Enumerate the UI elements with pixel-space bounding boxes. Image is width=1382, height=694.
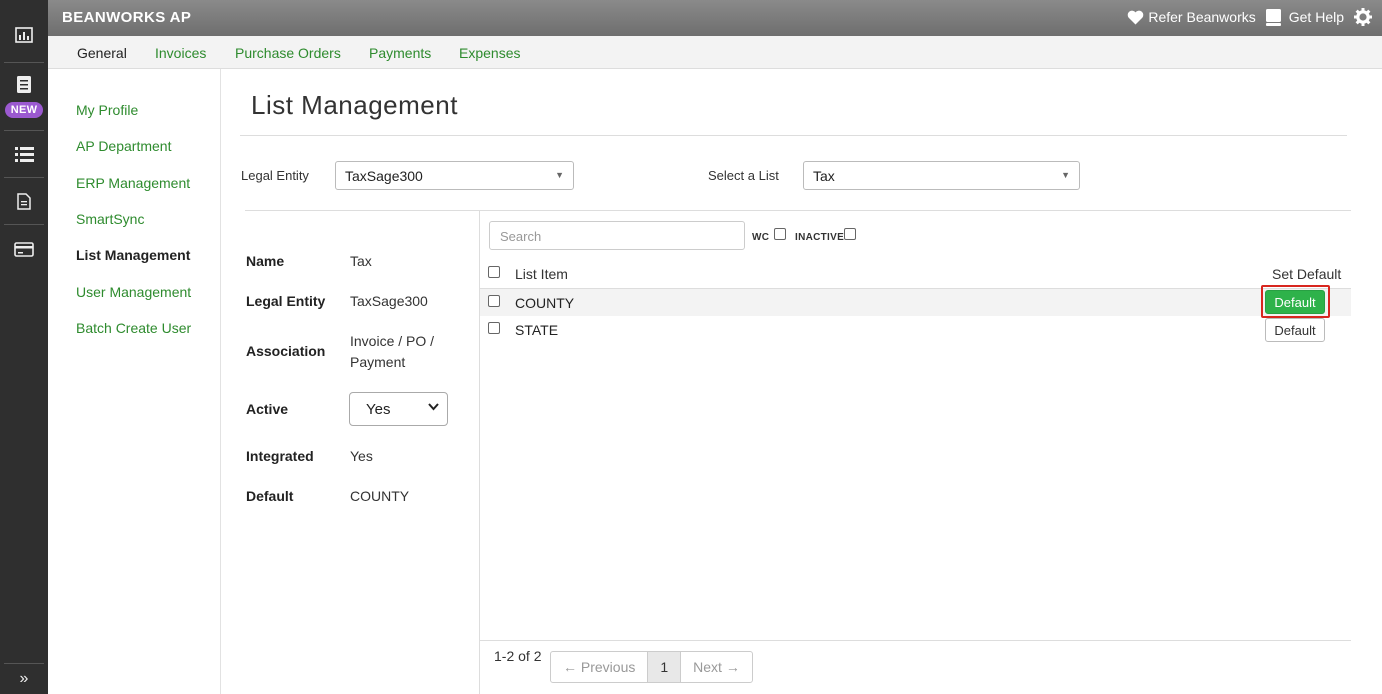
list-icon[interactable] bbox=[0, 144, 48, 164]
default-label: Default bbox=[246, 488, 294, 504]
inactive-checkbox[interactable] bbox=[844, 228, 856, 240]
table-row bbox=[480, 289, 1351, 316]
footer-divider bbox=[480, 640, 1351, 641]
pagination: ← Previous 1 Next → bbox=[550, 651, 753, 683]
result-count: 1-2 of 2 bbox=[494, 648, 542, 664]
inactive-filter-label: INACTIVE bbox=[795, 232, 845, 243]
table-row bbox=[480, 316, 1351, 343]
row-checkbox[interactable] bbox=[488, 295, 500, 307]
association-value-line2: Payment bbox=[350, 354, 406, 370]
sidebar-item-my-profile[interactable]: My Profile bbox=[76, 102, 138, 118]
rail-divider bbox=[4, 663, 44, 664]
rail-divider bbox=[4, 130, 44, 131]
select-list-label: Select a List bbox=[708, 168, 779, 183]
entity-label: Legal Entity bbox=[246, 293, 326, 309]
integrated-value: Yes bbox=[350, 448, 373, 464]
sidebar-item-erp-management[interactable]: ERP Management bbox=[76, 175, 190, 191]
chevron-down-icon bbox=[428, 402, 439, 414]
caret-down-icon: ▼ bbox=[555, 170, 564, 180]
active-label: Active bbox=[246, 401, 289, 417]
help-link[interactable]: Get Help bbox=[1265, 8, 1344, 26]
name-value: Tax bbox=[350, 253, 372, 269]
set-default-button[interactable]: Default bbox=[1265, 318, 1325, 342]
entity-value: TaxSage300 bbox=[350, 293, 428, 309]
new-badge-label: NEW bbox=[4, 102, 44, 118]
select-list-value: Tax bbox=[813, 168, 835, 184]
help-link-label: Get Help bbox=[1288, 9, 1344, 25]
app-rail: NEW » bbox=[0, 0, 48, 694]
row-item-name: COUNTY bbox=[515, 295, 575, 311]
tab-general[interactable]: General bbox=[77, 45, 127, 61]
rail-divider bbox=[4, 177, 44, 178]
bar-chart-icon[interactable] bbox=[0, 24, 48, 46]
sidebar-item-smartsync[interactable]: SmartSync bbox=[76, 211, 144, 227]
column-header-list-item: List Item bbox=[515, 266, 568, 282]
sidebar-item-ap-department[interactable]: AP Department bbox=[76, 138, 171, 154]
next-page-button[interactable]: Next → bbox=[681, 652, 752, 682]
tab-expenses[interactable]: Expenses bbox=[459, 45, 520, 61]
column-header-set-default: Set Default bbox=[1272, 266, 1342, 282]
help-book-icon bbox=[1265, 8, 1281, 26]
panel-divider bbox=[245, 210, 1351, 211]
active-select[interactable]: Yes bbox=[349, 392, 448, 426]
integrated-label: Integrated bbox=[246, 448, 314, 464]
document-icon[interactable] bbox=[0, 191, 48, 211]
top-bar: BEANWORKS AP Refer Beanworks Get Help bbox=[48, 0, 1382, 36]
sidebar-item-list-management[interactable]: List Management bbox=[76, 247, 190, 263]
search-input[interactable]: Search bbox=[489, 221, 745, 250]
caret-down-icon: ▼ bbox=[1061, 170, 1070, 180]
card-icon[interactable] bbox=[0, 239, 48, 259]
refer-link-label: Refer Beanworks bbox=[1148, 9, 1256, 25]
default-value: COUNTY bbox=[350, 488, 410, 504]
row-item-name: STATE bbox=[515, 322, 559, 338]
wc-filter-label: WC bbox=[752, 232, 770, 243]
title-divider bbox=[240, 135, 1347, 136]
new-badge: NEW bbox=[0, 101, 48, 119]
page-1-button[interactable]: 1 bbox=[648, 652, 682, 682]
association-label: Association bbox=[246, 343, 326, 359]
tab-invoices[interactable]: Invoices bbox=[155, 45, 206, 61]
row-checkbox[interactable] bbox=[488, 322, 500, 334]
legal-entity-dropdown[interactable]: TaxSage300 ▼ bbox=[335, 161, 574, 190]
rail-divider bbox=[4, 62, 44, 63]
sidebar-item-batch-create-user[interactable]: Batch Create User bbox=[76, 320, 191, 336]
settings-sidebar: My Profile AP Department ERP Management … bbox=[48, 69, 221, 694]
refer-link[interactable]: Refer Beanworks bbox=[1127, 9, 1256, 25]
previous-page-button[interactable]: ← Previous bbox=[551, 652, 649, 682]
select-list-dropdown[interactable]: Tax ▼ bbox=[803, 161, 1080, 190]
main-tabs: General Invoices Purchase Orders Payment… bbox=[48, 36, 1382, 69]
sidebar-item-user-management[interactable]: User Management bbox=[76, 284, 191, 300]
name-label: Name bbox=[246, 253, 285, 269]
top-actions: Refer Beanworks Get Help bbox=[1127, 8, 1372, 26]
legal-entity-value: TaxSage300 bbox=[345, 168, 423, 184]
legal-entity-label: Legal Entity bbox=[241, 168, 309, 183]
heart-icon bbox=[1128, 10, 1144, 24]
tab-purchase-orders[interactable]: Purchase Orders bbox=[235, 45, 341, 61]
page-title: List Management bbox=[251, 90, 458, 120]
ledger-icon[interactable] bbox=[0, 74, 48, 94]
brand-logo: BEANWORKS AP bbox=[62, 9, 192, 26]
active-select-value: Yes bbox=[366, 401, 391, 418]
expand-icon[interactable]: » bbox=[0, 670, 48, 688]
select-all-checkbox[interactable] bbox=[488, 266, 500, 278]
settings-gear-icon[interactable] bbox=[1354, 8, 1372, 26]
association-value-line1: Invoice / PO / bbox=[350, 333, 435, 349]
rail-divider bbox=[4, 224, 44, 225]
wc-checkbox[interactable] bbox=[774, 228, 786, 240]
panel-split bbox=[479, 210, 480, 694]
tab-payments[interactable]: Payments bbox=[369, 45, 431, 61]
highlight-box bbox=[1261, 285, 1330, 318]
